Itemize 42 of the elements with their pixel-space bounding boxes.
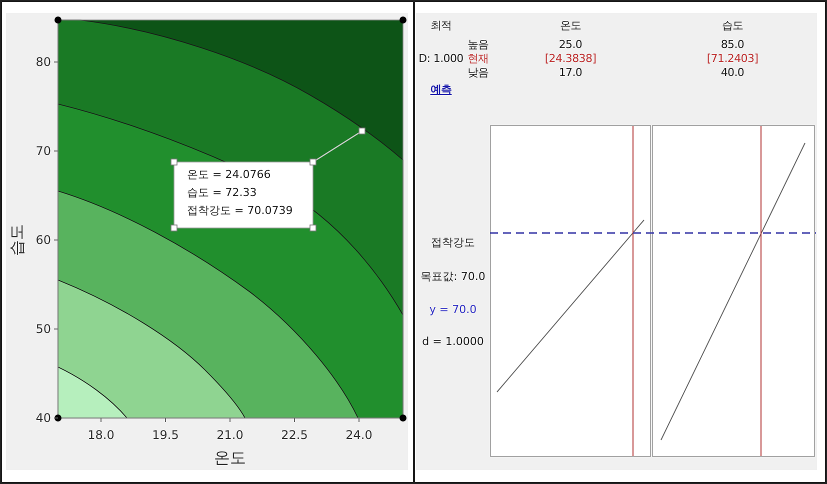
corner-marker xyxy=(400,16,406,24)
resize-handle[interactable] xyxy=(170,158,178,166)
resize-handle[interactable] xyxy=(358,128,366,134)
resize-handle[interactable] xyxy=(310,224,316,232)
current-label: 현재 xyxy=(467,50,489,66)
y-axis-title: 습도 xyxy=(7,224,26,256)
corner-marker xyxy=(54,414,62,422)
y-tick-label: 60 xyxy=(36,233,51,247)
response-name: 접착강도 xyxy=(431,235,475,250)
y-tick-label: 50 xyxy=(36,322,51,336)
factor-low: 40.0 xyxy=(720,66,744,78)
tooltip-text: 온도 = 24.0766 xyxy=(187,168,271,181)
desirability-value: D: 1.000 xyxy=(418,52,464,64)
y-tick-label: 40 xyxy=(36,411,51,425)
tooltip-text: 접착강도 = 70.0739 xyxy=(187,204,293,217)
factor-high: 25.0 xyxy=(558,38,582,50)
factor-name: 습도 xyxy=(722,18,744,32)
predict-link[interactable]: 예측 xyxy=(430,82,452,96)
x-tick-label: 22.5 xyxy=(281,428,308,442)
predicted-y: y = 70.0 xyxy=(429,303,477,316)
y-tick-label: 80 xyxy=(36,55,51,69)
factor-low: 17.0 xyxy=(558,66,582,78)
desirability-d: d = 1.0000 xyxy=(422,335,484,348)
target-value: 목표값: 70.0 xyxy=(420,269,486,284)
x-tick-label: 24.0 xyxy=(346,428,372,442)
optimal-label: 최적 xyxy=(430,18,452,32)
high-label: 높음 xyxy=(467,36,489,52)
x-tick-label: 18.0 xyxy=(88,428,114,442)
resize-handle[interactable] xyxy=(310,158,316,166)
low-label: 낮음 xyxy=(467,64,489,80)
x-tick-label: 21.0 xyxy=(216,428,244,442)
factor-current: [24.3838] xyxy=(544,52,596,64)
corner-marker xyxy=(54,16,62,24)
y-tick-label: 70 xyxy=(36,144,51,158)
corner-marker xyxy=(400,414,406,422)
x-axis-title: 온도 xyxy=(214,448,246,467)
tooltip-text: 습도 = 72.33 xyxy=(187,186,257,199)
factor-high: 85.0 xyxy=(720,38,744,50)
x-tick-label: 19.5 xyxy=(152,428,179,442)
resize-handle[interactable] xyxy=(170,224,178,232)
factor-current: [71.2403] xyxy=(706,52,758,64)
factor-name: 온도 xyxy=(560,18,582,32)
